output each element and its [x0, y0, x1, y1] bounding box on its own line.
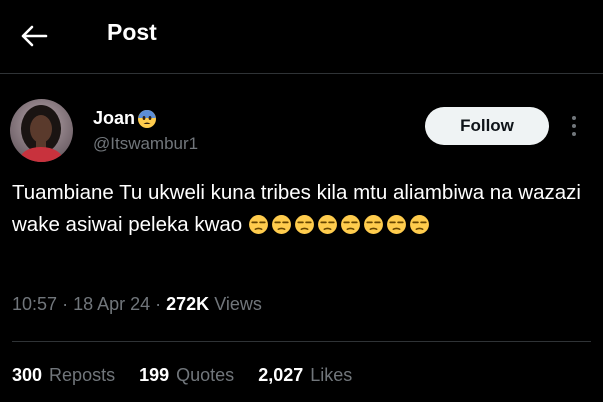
top-bar: Post: [0, 0, 603, 74]
more-options-icon[interactable]: [566, 112, 582, 140]
meta-separator: ·: [155, 294, 167, 314]
reposts-label: Reposts: [49, 365, 116, 385]
divider: [12, 341, 591, 342]
unamused-face-icon: [317, 215, 337, 234]
author-handle[interactable]: @Itswambur1: [93, 134, 198, 154]
fearful-face-icon: [138, 109, 157, 128]
avatar-image: [10, 99, 73, 162]
unamused-face-icon: [386, 215, 406, 234]
author-name-text: Joan: [93, 108, 136, 128]
reposts-stat[interactable]: 300 Reposts: [12, 365, 115, 386]
engagement-stats: 300 Reposts 199 Quotes 2,027 Likes: [12, 365, 376, 386]
arrow-left-icon: [21, 25, 48, 47]
reposts-count: 300: [12, 365, 43, 385]
tweet-emojis: [248, 213, 432, 236]
views-label: Views: [214, 294, 262, 314]
follow-button[interactable]: Follow: [425, 107, 549, 145]
quotes-stat[interactable]: 199 Quotes: [139, 365, 234, 386]
quotes-label: Quotes: [176, 365, 235, 385]
meta-separator: ·: [62, 294, 74, 314]
avatar[interactable]: [10, 99, 73, 162]
unamused-face-icon: [248, 215, 268, 234]
tweet-body: Tuambiane Tu ukweli kuna tribes kila mtu…: [12, 177, 590, 241]
likes-label: Likes: [310, 365, 353, 385]
back-button[interactable]: [14, 18, 54, 54]
page-title: Post: [107, 19, 157, 45]
tweet-date[interactable]: 18 Apr 24: [73, 294, 150, 314]
views-count: 272K: [166, 294, 210, 314]
likes-count: 2,027: [258, 365, 304, 385]
unamused-face-icon: [294, 215, 314, 234]
tweet-time[interactable]: 10:57: [12, 294, 57, 314]
unamused-face-icon: [363, 215, 383, 234]
author-display-name[interactable]: Joan: [93, 108, 157, 129]
quotes-count: 199: [139, 365, 170, 385]
likes-stat[interactable]: 2,027 Likes: [258, 365, 352, 386]
unamused-face-icon: [271, 215, 291, 234]
unamused-face-icon: [409, 215, 429, 234]
unamused-face-icon: [340, 215, 360, 234]
tweet-meta: 10:57 · 18 Apr 24 · 272K Views: [12, 294, 262, 315]
